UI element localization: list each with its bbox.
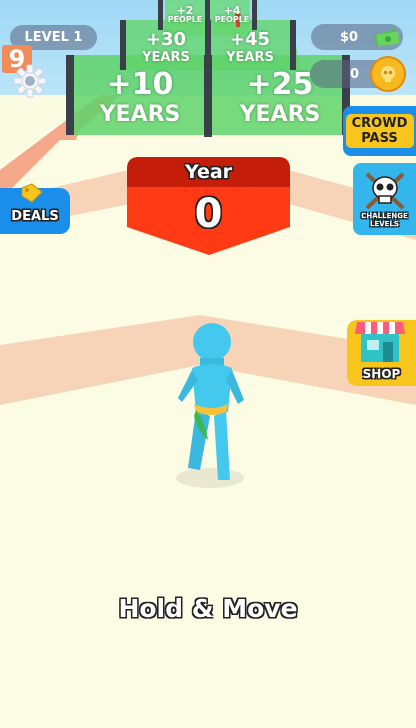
challenge-levels-label: CHALLENGE LEVELS — [361, 212, 408, 228]
shop-label: SHOP — [362, 367, 401, 381]
gate-unit: YEARS — [239, 102, 321, 127]
cash-icon — [374, 29, 400, 47]
gate-post — [120, 20, 126, 70]
crowd-pass-button[interactable]: CROWD PASS — [343, 106, 416, 156]
gate-unit: PEOPLE — [167, 15, 203, 24]
level-label: LEVEL 1 — [24, 30, 83, 45]
settings-button[interactable] — [12, 63, 48, 99]
money-value: $0 — [339, 29, 359, 45]
player-character — [176, 323, 244, 488]
hold-and-move-instruction: Hold & Move — [118, 594, 298, 623]
gate-unit: PEOPLE — [214, 15, 250, 24]
deals-label: DEALS — [11, 208, 59, 224]
gate-post — [66, 55, 74, 135]
money-counter: $0 — [311, 24, 403, 50]
year-panel: Year 0 — [127, 157, 290, 257]
gate-value: +30 — [145, 29, 187, 50]
crowd-pass-label: CROWD PASS — [345, 114, 414, 148]
gate-value: +45 — [229, 29, 271, 50]
gate-unit: YEARS — [142, 50, 190, 65]
gate-post — [158, 0, 163, 30]
deals-button[interactable]: DEALS — [0, 183, 70, 234]
gate-post — [252, 0, 257, 30]
gate-post — [290, 20, 296, 70]
gate-value: +10 — [106, 67, 174, 102]
gear-icon — [13, 64, 47, 98]
gate-far-right: +4 PEOPLE — [212, 5, 252, 24]
gate-post — [205, 0, 210, 30]
price-tag-icon — [21, 183, 43, 203]
gate-mid-left: +30 YEARS — [130, 29, 202, 65]
coin-icon — [370, 56, 406, 92]
gate-unit: YEARS — [226, 50, 274, 65]
challenge-levels-button[interactable]: CHALLENGE LEVELS — [353, 163, 416, 235]
gate-near-left: +10 YEARS — [90, 70, 190, 126]
skull-coin-emblem-icon — [381, 66, 395, 82]
skull-icon — [365, 172, 404, 210]
gate-mid-right: +45 YEARS — [214, 29, 286, 65]
shop-store-icon — [355, 322, 405, 362]
year-label: Year — [184, 161, 233, 183]
gate-unit: YEARS — [99, 102, 181, 127]
player-shadow — [176, 468, 244, 488]
shop-button[interactable]: SHOP — [347, 320, 416, 386]
gate-far-left: +2 PEOPLE — [165, 5, 205, 24]
year-value: 0 — [194, 191, 223, 237]
